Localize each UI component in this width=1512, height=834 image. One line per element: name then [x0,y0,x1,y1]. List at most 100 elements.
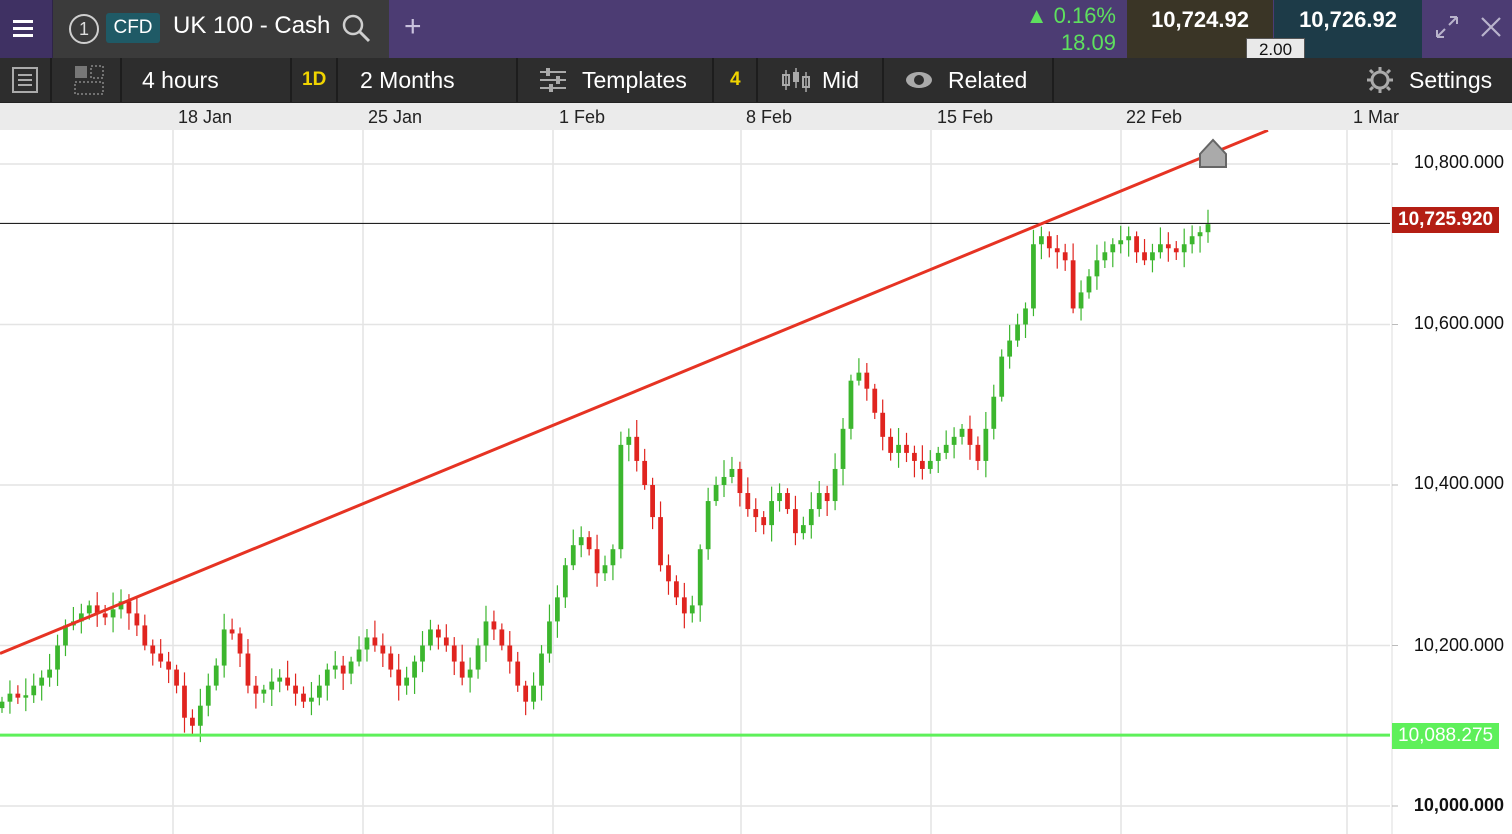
y-tick-label: 10,200.000 [1413,635,1504,655]
candle-body [1173,248,1179,253]
candle-body [420,645,425,662]
candle-body [31,685,37,696]
candle-body [793,509,798,534]
add-chart-button[interactable]: + [404,10,422,44]
candle-body [443,637,449,646]
candle-body [348,661,354,674]
x-tick-label: 1 Mar [1353,107,1400,127]
candle-body [190,717,195,726]
related-button[interactable]: Related [884,58,1054,102]
candle-body [872,388,878,413]
instrument-name[interactable]: UK 100 - Cash [173,12,330,40]
change-absolute: 18.09 [1060,30,1116,55]
candle-body [205,685,211,706]
candle-body [110,609,116,618]
candle-body [507,645,513,662]
interval-label: 4 hours [142,67,219,93]
candle-body [824,493,830,502]
candle-body [1007,340,1013,357]
candle-body [634,436,640,461]
candle-body [1110,244,1116,253]
candle-body [666,565,671,582]
search-icon[interactable] [341,13,371,43]
ask-price: 10,726.92 [1299,7,1397,32]
candle-body [721,476,727,485]
candle-body [713,485,719,502]
instrument-selector[interactable]: 1 CFD UK 100 - Cash [53,0,389,58]
templates-button[interactable]: Templates [518,58,714,102]
y-tick-label: 10,800.000 [1413,152,1504,172]
candle-body [364,637,370,650]
candle-body [959,428,965,437]
y-tick-label: 10,000.000 [1413,795,1504,815]
candle-body [404,677,410,686]
price-type-dropdown[interactable]: Mid [758,58,884,102]
candle-body [943,444,949,453]
alert-handle-icon [1199,138,1227,168]
candle-body [515,661,521,686]
candle-body [1102,252,1108,261]
candle-body [539,653,544,686]
hamburger-menu-button[interactable] [0,0,53,58]
candle-body [1023,308,1028,325]
x-tick-label: 25 Jan [368,107,423,127]
current-price-tag: 10,725.920 [1392,207,1500,233]
period-badge[interactable]: 1D [292,58,338,102]
price-chart[interactable] [0,130,1512,834]
candle-body [1062,252,1068,261]
y-tick-label: 10,600.000 [1413,313,1504,333]
layout-button[interactable] [52,58,122,102]
candle-body [927,460,933,469]
expand-icon[interactable] [1434,14,1460,40]
list-view-button[interactable] [0,58,52,102]
candle-body [174,669,179,686]
candle-body [856,372,862,381]
settings-label: Settings [1409,67,1493,93]
candle-body [1094,260,1100,277]
instrument-type-badge: CFD [106,13,160,43]
candle-body [166,661,171,670]
gear-icon [1367,67,1393,93]
candle-body [1078,292,1084,309]
candle-body [674,581,679,598]
candle-body [967,428,973,445]
close-icon[interactable] [1478,14,1504,40]
range-label: 2 Months [360,67,455,93]
candle-body [888,436,894,453]
eye-icon [906,72,932,88]
x-tick-label: 15 Feb [937,107,994,127]
interval-dropdown[interactable]: 4 hours [122,58,292,102]
candle-body [182,685,187,718]
candle-body [150,645,156,654]
candle-body [7,693,13,702]
range-dropdown[interactable]: 2 Months [338,58,518,102]
candle-body [475,645,481,670]
candle-body [618,444,624,550]
candle-body [47,669,52,678]
candle-body [983,428,989,461]
candle-body [578,537,584,546]
layout-icon [74,65,104,95]
candle-body [777,493,782,502]
templates-count-badge[interactable]: 4 [714,58,758,102]
candle-body [951,436,957,445]
candle-body [1086,276,1092,293]
candle-body [293,685,298,694]
related-label: Related [948,67,1028,93]
candle-body [904,444,909,453]
candle-body [261,689,267,694]
candle-body [975,444,981,461]
support-level-tag[interactable]: 10,088.275 [1392,723,1500,749]
candle-body [23,695,29,698]
candle-body [158,653,164,662]
y-tick-label: 10,400.000 [1413,473,1504,493]
candle-body [880,412,886,437]
settings-button[interactable]: Settings [1354,58,1512,102]
candle-body [221,629,227,666]
x-tick-label: 22 Feb [1126,107,1183,127]
candle-body [531,685,536,702]
candle-body [467,669,473,678]
candle-body [808,509,814,526]
candle-body [753,509,759,518]
candle-body [134,613,140,626]
